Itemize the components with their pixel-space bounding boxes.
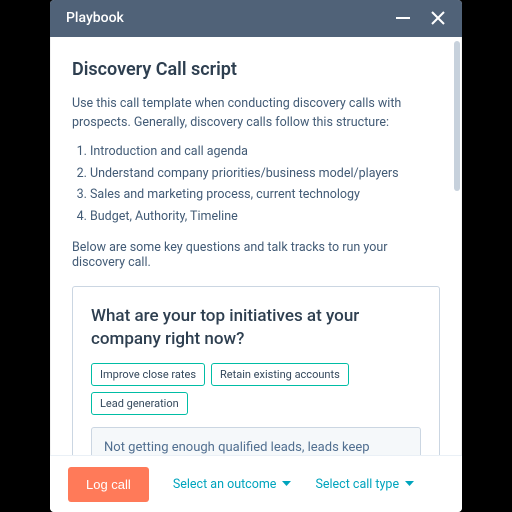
list-item: Sales and marketing process, current tec… [90, 185, 440, 204]
intro-text: Use this call template when conducting d… [72, 94, 440, 133]
question-card: What are your top initiatives at your co… [72, 286, 440, 455]
scrollbar-track[interactable] [454, 41, 460, 451]
scroll-area[interactable]: Discovery Call script Use this call temp… [50, 37, 462, 455]
close-icon[interactable] [430, 10, 446, 26]
panel-title: Playbook [66, 10, 124, 26]
list-item: Understand company priorities/business m… [90, 164, 440, 183]
answer-chip[interactable]: Improve close rates [91, 363, 205, 386]
page-title: Discovery Call script [72, 59, 440, 80]
answer-chip[interactable]: Retain existing accounts [211, 363, 349, 386]
answer-chip[interactable]: Lead generation [91, 392, 188, 415]
list-item: Budget, Authority, Timeline [90, 207, 440, 226]
notes-input[interactable] [91, 427, 421, 455]
call-type-dropdown[interactable]: Select call type [315, 477, 414, 492]
list-item: Introduction and call agenda [90, 142, 440, 161]
answer-chips: Improve close rates Retain existing acco… [91, 363, 421, 415]
question-text: What are your top initiatives at your co… [91, 305, 421, 351]
playbook-panel: Playbook Discovery Call script Use this … [50, 0, 462, 512]
outcome-dropdown[interactable]: Select an outcome [173, 477, 292, 492]
panel-footer: Log call Select an outcome Select call t… [50, 455, 462, 512]
log-call-button[interactable]: Log call [68, 467, 149, 502]
outcome-label: Select an outcome [173, 477, 277, 492]
structure-steps: Introduction and call agenda Understand … [72, 142, 440, 226]
minimize-icon[interactable] [394, 9, 412, 27]
panel-header: Playbook [50, 0, 462, 37]
chevron-down-icon [405, 481, 414, 487]
lead-out-text: Below are some key questions and talk tr… [72, 240, 440, 270]
window-controls [394, 9, 446, 27]
playbook-content: Discovery Call script Use this call temp… [50, 37, 462, 455]
scrollbar-thumb[interactable] [454, 41, 460, 191]
chevron-down-icon [282, 481, 291, 487]
call-type-label: Select call type [315, 477, 399, 492]
